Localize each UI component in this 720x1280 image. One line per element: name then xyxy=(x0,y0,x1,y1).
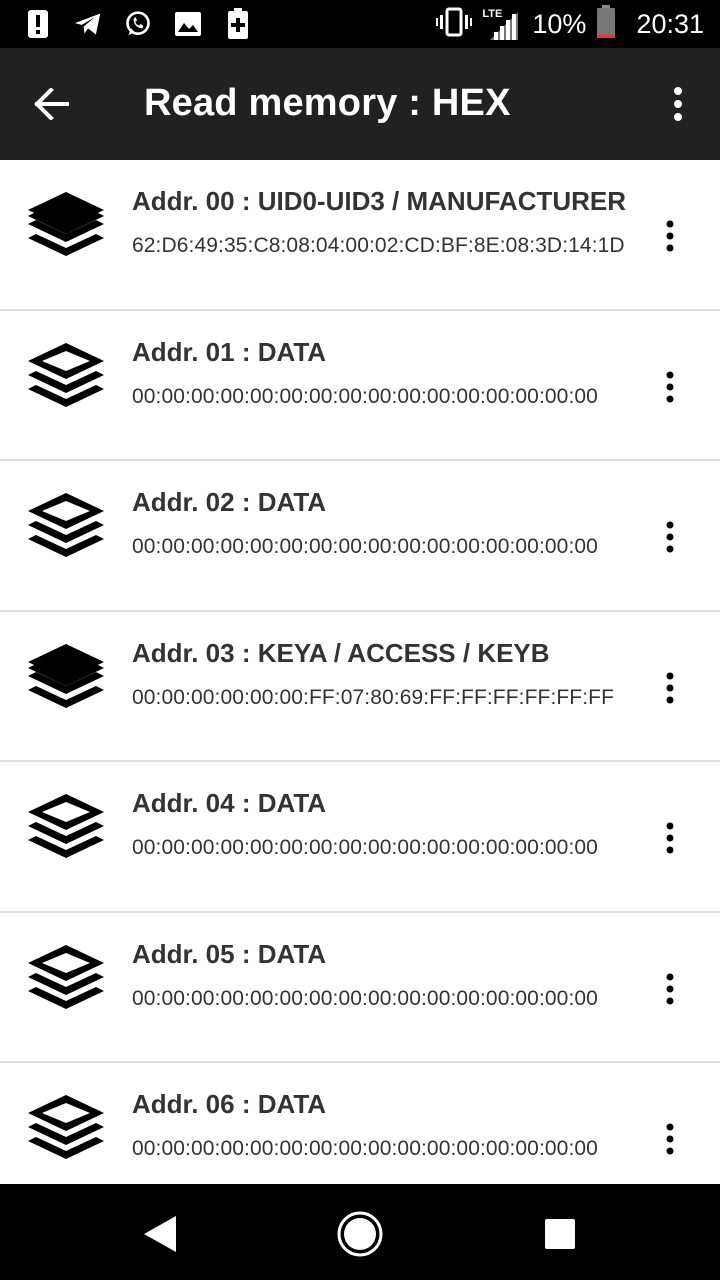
layers-outline-icon xyxy=(22,786,110,874)
row-title: Addr. 05 : DATA xyxy=(132,938,327,969)
layers-outline-icon xyxy=(22,1087,110,1175)
list-item[interactable]: Addr. 05 : DATA 00:00:00:00:00:00:00:00:0… xyxy=(0,913,720,1063)
battery-saver-icon xyxy=(224,8,252,40)
list-item[interactable]: Addr. 01 : DATA 00:00:00:00:00:00:00:00:0… xyxy=(0,311,720,461)
row-title: Addr. 03 : KEYA / ACCESS / KEYB xyxy=(132,637,550,668)
row-hex-value: 62:D6:49:35:C8:08:04:00:02:CD:BF:8E:08:3… xyxy=(132,234,625,257)
list-item[interactable]: Addr. 03 : KEYA / ACCESS / KEYB 00:00:00:… xyxy=(0,612,720,762)
alert-icon xyxy=(24,8,52,40)
row-menu-button[interactable] xyxy=(654,1119,686,1159)
nav-home-button[interactable] xyxy=(332,1206,388,1262)
more-vert-icon xyxy=(674,87,682,121)
row-title: Addr. 02 : DATA xyxy=(132,487,327,517)
image-icon xyxy=(174,8,202,40)
layers-filled-icon xyxy=(22,184,110,272)
system-nav-bar xyxy=(0,1184,720,1280)
system-indicators: LTE 10% 20:31 xyxy=(436,0,704,48)
more-vert-icon xyxy=(666,973,674,1004)
row-hex-value: 00:00:00:00:00:00:00:00:00:00:00:00:00:0… xyxy=(132,1137,598,1160)
list-item[interactable]: Addr. 00 : UID0-UID3 / MANUFACTURER 62:D6… xyxy=(0,160,720,311)
clock: 20:31 xyxy=(636,8,704,39)
back-button[interactable] xyxy=(26,78,78,130)
row-menu-button[interactable] xyxy=(654,517,686,557)
row-title: Addr. 06 : DATA xyxy=(132,1089,327,1119)
row-hex-value: 00:00:00:00:00:00:FF:07:80:69:FF:FF:FF:F… xyxy=(132,685,615,709)
row-hex-value: 00:00:00:00:00:00:00:00:00:00:00:00:00:0… xyxy=(132,384,598,408)
more-vert-icon xyxy=(666,1123,674,1155)
list-item[interactable]: Addr. 04 : DATA 00:00:00:00:00:00:00:00:0… xyxy=(0,762,720,913)
row-menu-button[interactable] xyxy=(654,216,686,256)
lte-signal-icon: LTE xyxy=(482,6,522,42)
list-item[interactable]: Addr. 02 : DATA 00:00:00:00:00:00:00:00:0… xyxy=(0,461,720,612)
more-vert-icon xyxy=(666,220,674,252)
more-vert-icon xyxy=(666,822,674,854)
layers-outline-icon xyxy=(22,485,110,573)
status-bar: LTE 10% 20:31 xyxy=(0,0,720,48)
whatsapp-icon xyxy=(124,8,152,40)
row-title: Addr. 04 : DATA xyxy=(132,788,327,818)
row-menu-button[interactable] xyxy=(654,367,686,407)
battery-percent: 10% xyxy=(532,8,587,39)
notification-icons xyxy=(24,8,252,40)
back-triangle-icon xyxy=(144,1216,176,1252)
telegram-icon xyxy=(74,8,102,40)
vibrate-icon xyxy=(436,7,473,42)
more-vert-icon xyxy=(666,672,674,703)
row-menu-button[interactable] xyxy=(654,818,686,858)
row-menu-button[interactable] xyxy=(654,668,686,708)
battery-icon xyxy=(596,4,616,44)
row-title: Addr. 00 : UID0-UID3 / MANUFACTURER xyxy=(132,186,627,216)
nav-recents-button[interactable] xyxy=(532,1206,588,1262)
more-vert-icon xyxy=(666,371,674,402)
recents-square-icon xyxy=(545,1219,575,1249)
layers-outline-icon xyxy=(22,937,110,1025)
row-menu-button[interactable] xyxy=(654,969,686,1009)
row-hex-value: 00:00:00:00:00:00:00:00:00:00:00:00:00:0… xyxy=(132,535,598,558)
home-circle-icon xyxy=(337,1211,383,1257)
page-title: Read memory : HEX xyxy=(144,82,511,124)
memory-list[interactable]: Addr. 00 : UID0-UID3 / MANUFACTURER 62:D6… xyxy=(0,160,720,1184)
layers-filled-icon xyxy=(22,636,110,724)
overflow-menu-button[interactable] xyxy=(658,78,698,130)
app-bar: Read memory : HEX xyxy=(0,48,720,160)
row-hex-value: 00:00:00:00:00:00:00:00:00:00:00:00:00:0… xyxy=(132,836,598,859)
row-hex-value: 00:00:00:00:00:00:00:00:00:00:00:00:00:0… xyxy=(132,986,598,1010)
more-vert-icon xyxy=(666,521,674,553)
arrow-left-icon xyxy=(34,88,69,120)
layers-outline-icon xyxy=(22,335,110,423)
row-title: Addr. 01 : DATA xyxy=(132,336,327,367)
nav-back-button[interactable] xyxy=(132,1206,188,1262)
list-item[interactable]: Addr. 06 : DATA 00:00:00:00:00:00:00:00:0… xyxy=(0,1063,720,1184)
